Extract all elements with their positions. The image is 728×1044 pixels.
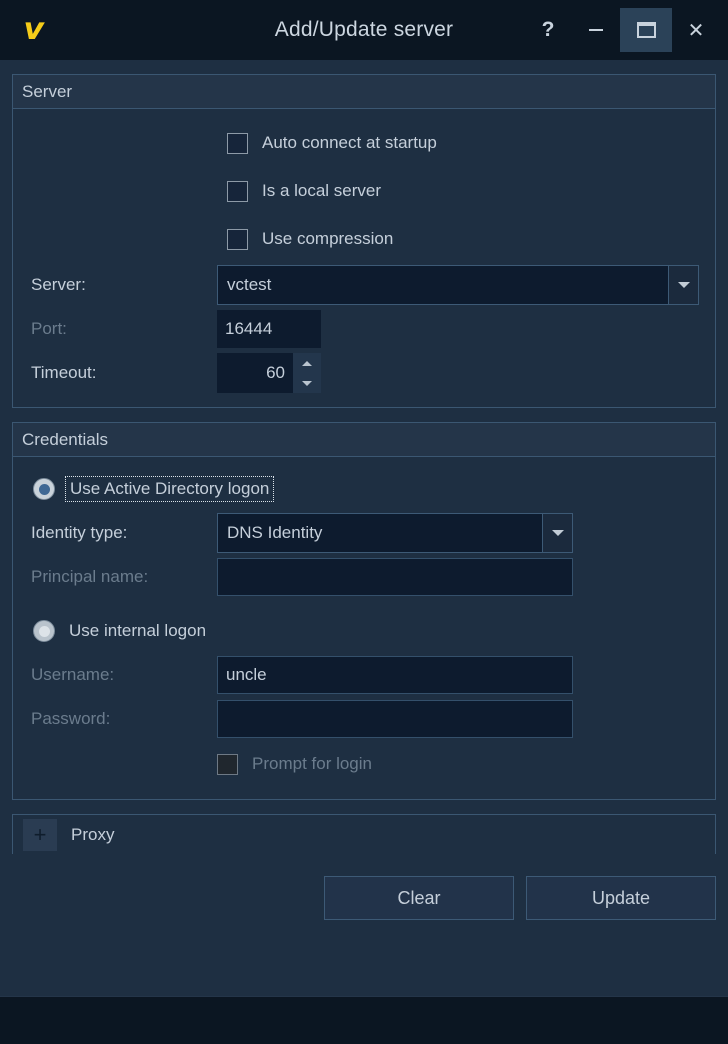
use-internal-logon-label: Use internal logon xyxy=(65,619,210,643)
credentials-groupbox: Credentials Use Active Directory logon I… xyxy=(12,422,716,800)
vandyke-v-logo-icon: v xyxy=(23,15,42,45)
server-group-body: Auto connect at startup Is a local serve… xyxy=(13,109,715,407)
use-compression-checkbox[interactable] xyxy=(227,229,248,250)
server-dropdown-button[interactable] xyxy=(669,265,699,305)
username-row: Username: uncle xyxy=(21,653,707,697)
timeout-increment-button[interactable] xyxy=(293,353,321,373)
proxy-label: Proxy xyxy=(71,825,114,845)
proxy-expander[interactable]: + Proxy xyxy=(12,814,716,854)
server-combobox[interactable]: vctest xyxy=(217,265,699,305)
credentials-group-body: Use Active Directory logon Identity type… xyxy=(13,457,715,799)
port-input[interactable]: 16444 xyxy=(217,310,321,348)
dialog-body: Server Auto connect at startup Is a loca… xyxy=(0,60,728,996)
principal-name-row: Principal name: xyxy=(21,555,707,599)
window-controls: ? ✕ xyxy=(524,0,728,60)
auto-connect-label: Auto connect at startup xyxy=(262,133,437,153)
minimize-button[interactable] xyxy=(572,8,620,52)
use-compression-label: Use compression xyxy=(262,229,393,249)
question-mark-icon: ? xyxy=(542,18,555,42)
chevron-down-icon xyxy=(678,282,690,288)
identity-type-label: Identity type: xyxy=(21,523,217,543)
help-button[interactable]: ? xyxy=(524,8,572,52)
close-icon: ✕ xyxy=(688,18,705,43)
is-local-server-checkbox[interactable] xyxy=(227,181,248,202)
server-group-title: Server xyxy=(13,75,715,109)
dialog-actions: Clear Update xyxy=(12,854,716,920)
use-compression-row[interactable]: Use compression xyxy=(21,215,707,263)
timeout-decrement-button[interactable] xyxy=(293,373,321,393)
bottom-spacer xyxy=(12,920,716,996)
title-bar: v Add/Update server ? ✕ xyxy=(0,0,728,60)
identity-type-row: Identity type: DNS Identity xyxy=(21,511,707,555)
spinner-down-icon xyxy=(302,381,312,386)
port-field-row: Port: 16444 xyxy=(21,307,707,351)
timeout-field-row: Timeout: 60 xyxy=(21,351,707,395)
prompt-for-login-checkbox[interactable] xyxy=(217,754,238,775)
identity-type-value[interactable]: DNS Identity xyxy=(217,513,543,553)
clear-button[interactable]: Clear xyxy=(324,876,514,920)
timeout-spinner[interactable]: 60 xyxy=(217,353,321,393)
prompt-for-login-row[interactable]: Prompt for login xyxy=(21,741,707,787)
update-button[interactable]: Update xyxy=(526,876,716,920)
password-label: Password: xyxy=(21,709,217,729)
identity-type-combobox[interactable]: DNS Identity xyxy=(217,513,573,553)
server-label: Server: xyxy=(21,275,217,295)
use-ad-logon-row[interactable]: Use Active Directory logon xyxy=(21,467,707,511)
use-internal-logon-row[interactable]: Use internal logon xyxy=(21,609,707,653)
chevron-down-icon xyxy=(552,530,564,536)
identity-type-dropdown-button[interactable] xyxy=(543,513,573,553)
username-input[interactable]: uncle xyxy=(217,656,573,694)
credentials-group-title: Credentials xyxy=(13,423,715,457)
add-update-server-dialog: v Add/Update server ? ✕ Server xyxy=(0,0,728,1044)
auto-connect-row[interactable]: Auto connect at startup xyxy=(21,119,707,167)
app-logo: v xyxy=(0,15,56,45)
plus-expander-icon[interactable]: + xyxy=(23,819,57,851)
server-groupbox: Server Auto connect at startup Is a loca… xyxy=(12,74,716,408)
is-local-server-row[interactable]: Is a local server xyxy=(21,167,707,215)
radio-unselected-dot xyxy=(39,626,50,637)
timeout-input[interactable]: 60 xyxy=(217,353,293,393)
minimize-icon xyxy=(589,29,603,31)
maximize-icon xyxy=(637,22,656,38)
status-bar xyxy=(0,996,728,1044)
password-input[interactable] xyxy=(217,700,573,738)
principal-name-input[interactable] xyxy=(217,558,573,596)
auto-connect-checkbox[interactable] xyxy=(227,133,248,154)
timeout-spin-buttons[interactable] xyxy=(293,353,321,393)
timeout-label: Timeout: xyxy=(21,363,217,383)
close-button[interactable]: ✕ xyxy=(672,8,720,52)
maximize-button[interactable] xyxy=(620,8,672,52)
use-internal-logon-radio[interactable] xyxy=(33,620,55,642)
prompt-for-login-label: Prompt for login xyxy=(252,754,372,774)
server-field-row: Server: vctest xyxy=(21,263,707,307)
is-local-server-label: Is a local server xyxy=(262,181,381,201)
principal-name-label: Principal name: xyxy=(21,567,217,587)
use-ad-logon-label: Use Active Directory logon xyxy=(65,476,274,502)
radio-selected-dot xyxy=(39,484,50,495)
username-label: Username: xyxy=(21,665,217,685)
spinner-up-icon xyxy=(302,361,312,366)
use-ad-logon-radio[interactable] xyxy=(33,478,55,500)
port-label: Port: xyxy=(21,319,217,339)
server-input[interactable]: vctest xyxy=(217,265,669,305)
password-row: Password: xyxy=(21,697,707,741)
